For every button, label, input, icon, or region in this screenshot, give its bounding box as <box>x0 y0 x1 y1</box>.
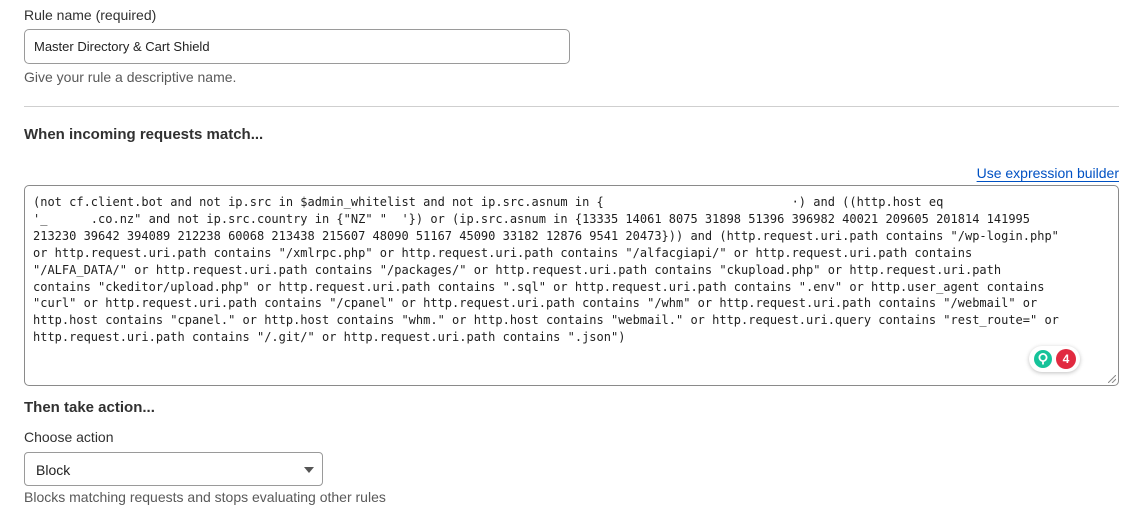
choose-action-label: Choose action <box>24 429 114 445</box>
expression-builder-link[interactable]: Use expression builder <box>977 165 1119 181</box>
rule-name-help: Give your rule a descriptive name. <box>24 69 237 85</box>
action-section-heading: Then take action... <box>24 399 155 416</box>
grammarly-issue-count: 4 <box>1056 349 1076 369</box>
grammarly-widget[interactable]: 4 <box>1029 346 1080 372</box>
action-select[interactable]: Block <box>24 452 323 486</box>
chevron-down-icon <box>304 467 314 473</box>
rule-name-label: Rule name (required) <box>24 7 157 23</box>
resize-handle-icon[interactable] <box>1108 375 1116 383</box>
rule-name-input[interactable] <box>24 29 570 64</box>
expression-text[interactable]: (not cf.client.bot and not ip.src in $ad… <box>33 194 1113 346</box>
action-help: Blocks matching requests and stops evalu… <box>24 489 386 505</box>
action-select-value: Block <box>36 462 71 478</box>
section-divider <box>24 106 1119 107</box>
expression-editor[interactable]: (not cf.client.bot and not ip.src in $ad… <box>24 185 1119 386</box>
grammarly-logo-icon <box>1034 350 1052 368</box>
match-section-heading: When incoming requests match... <box>24 126 264 143</box>
